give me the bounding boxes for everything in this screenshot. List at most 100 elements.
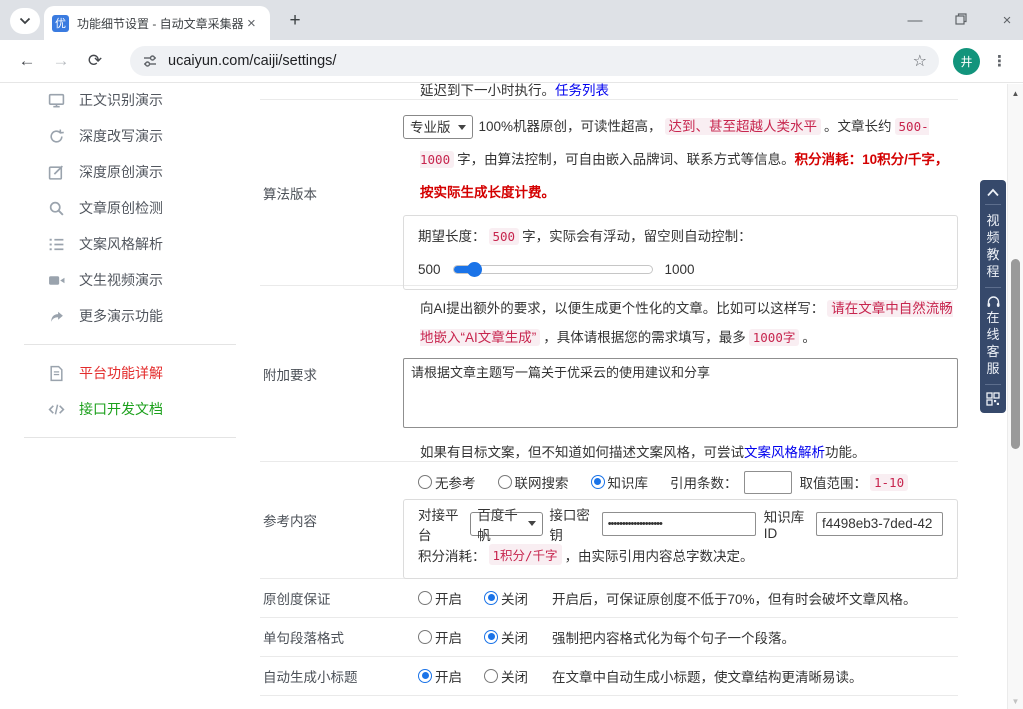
edit-icon	[48, 164, 65, 181]
length-slider[interactable]	[453, 265, 653, 274]
sidebar-item-deep-original[interactable]: 深度原创演示	[0, 154, 260, 190]
row-label: 原创度保证	[260, 579, 403, 617]
back-button[interactable]: ←	[14, 51, 40, 71]
style-analysis-link[interactable]: 文案风格解析	[744, 445, 825, 460]
row-label: 参考内容	[260, 462, 403, 578]
radio-label: 知识库	[608, 472, 649, 492]
back-to-top-icon[interactable]	[986, 188, 1000, 197]
page-content: 正文识别演示 深度改写演示 深度原创演示 文章原创检测 文案风格解析 文生视频演…	[0, 84, 1023, 709]
radio-paragraph-on[interactable]	[418, 630, 432, 644]
restore-button[interactable]	[953, 12, 969, 29]
sidebar-item-label: 平台功能详解	[79, 363, 163, 383]
slider-max-label: 1000	[665, 262, 695, 277]
row-reference-content: 参考内容 无参考 联网搜索 知识库 引用条数： 取值范围： 1-10 对接平台	[260, 461, 958, 578]
radio-subheadings-off[interactable]	[484, 669, 498, 683]
radio-label: 关闭	[501, 666, 528, 686]
url-bar[interactable]: ucaiyun.com/caiji/settings/ ☆	[130, 46, 939, 76]
style-hint: 如果有目标文案，但不知道如何描述文案风格，可尝试文案风格解析功能。	[403, 443, 958, 463]
radio-originality-off[interactable]	[484, 591, 498, 605]
radio-paragraph-off[interactable]	[484, 630, 498, 644]
algorithm-description: 专业版100%机器原创，可读性超高，达到、甚至超越人类水平。文章长约500-10…	[403, 110, 958, 209]
sidebar-item-label: 更多演示功能	[79, 306, 163, 326]
browser-tab[interactable]: 优 功能细节设置 - 自动文章采集器 ×	[44, 6, 270, 40]
platform-select[interactable]: 百度千帆	[470, 512, 543, 536]
minimize-button[interactable]: —	[907, 12, 923, 29]
site-settings-icon[interactable]	[142, 53, 158, 69]
task-list-link[interactable]: 任务列表	[555, 83, 609, 98]
ref-cost-desc: ，由实际引用内容总字数决定。	[565, 545, 754, 565]
radio-subheadings-on[interactable]	[418, 669, 432, 683]
monitor-icon	[48, 92, 65, 109]
radio-label: 开启	[435, 588, 462, 608]
radio-knowledge-base[interactable]	[591, 475, 605, 489]
new-tab-button[interactable]: +	[282, 8, 308, 34]
tab-close-icon[interactable]: ×	[247, 15, 256, 32]
floating-help-widget: 视频教程 在线客服	[980, 180, 1006, 413]
radio-label: 无参考	[435, 472, 476, 492]
window-controls: — ×	[907, 0, 1015, 40]
online-support-button[interactable]: 在线客服	[986, 309, 1000, 377]
row-label: 附加要求	[260, 286, 403, 461]
headset-icon	[986, 295, 1001, 309]
refresh-button[interactable]: ⟳	[82, 51, 108, 71]
sidebar-item-label: 深度原创演示	[79, 162, 163, 182]
radio-label: 联网搜索	[515, 472, 569, 492]
extra-requirements-textarea[interactable]: 请根据文章主题写一篇关于优采云的使用建议和分享	[403, 358, 958, 428]
document-icon	[48, 365, 65, 382]
kb-id-input[interactable]	[816, 512, 943, 536]
range-value: 1-10	[870, 474, 908, 491]
sidebar-item-label: 文生视频演示	[79, 270, 163, 290]
row-label: 自动生成小标题	[260, 657, 403, 695]
sidebar-item-platform-docs[interactable]: 平台功能详解	[0, 355, 260, 391]
radio-originality-on[interactable]	[418, 591, 432, 605]
row-auto-subheadings: 自动生成小标题 开启 关闭 在文章中自动生成小标题，使文章结构更清晰易读。	[260, 656, 958, 695]
page-scrollbar[interactable]: ▲ ▼	[1007, 84, 1023, 709]
algorithm-version-select[interactable]: 专业版	[403, 115, 473, 139]
tab-strip: 优 功能细节设置 - 自动文章采集器 × + — ×	[0, 0, 1023, 40]
api-key-input[interactable]	[602, 512, 756, 536]
tab-title: 功能细节设置 - 自动文章采集器	[77, 15, 245, 32]
sidebar-item-content-recognition[interactable]: 正文识别演示	[0, 82, 260, 118]
radio-no-reference[interactable]	[418, 475, 432, 489]
quote-count-label: 引用条数：	[670, 472, 738, 492]
scrollbar-thumb[interactable]	[1011, 259, 1020, 449]
restore-icon	[955, 13, 967, 25]
video-camera-icon	[48, 272, 65, 289]
sidebar-item-style-analysis[interactable]: 文案风格解析	[0, 226, 260, 262]
row-single-sentence-paragraph: 单句段落格式 开启 关闭 强制把内容格式化为每个句子一个段落。	[260, 617, 958, 656]
row-originality-guarantee: 原创度保证 开启 关闭 开启后，可保证原创度不低于70%，但有时会破坏文章风格。	[260, 578, 958, 617]
sidebar-item-label: 文章原创检测	[79, 198, 163, 218]
toggle-description: 开启后，可保证原创度不低于70%，但有时会破坏文章风格。	[552, 588, 917, 608]
scrollbar-up-arrow[interactable]: ▲	[1008, 89, 1023, 98]
forward-button[interactable]: →	[48, 51, 74, 71]
radio-label: 开启	[435, 627, 462, 647]
settings-form: 延迟到下一小时执行。任务列表 算法版本 专业版100%机器原创，可读性超高，达到…	[260, 84, 958, 696]
profile-avatar[interactable]: 井	[953, 48, 980, 75]
close-button[interactable]: ×	[999, 12, 1015, 29]
knowledge-base-box: 对接平台 百度千帆 接口密钥 知识库ID 积分消耗：1积分/千字，由实际引用内容…	[403, 499, 958, 579]
scrollbar-down-arrow[interactable]: ▼	[1008, 697, 1023, 706]
highlight-text: 达到、甚至超越人类水平	[665, 118, 822, 135]
quote-count-input[interactable]	[744, 471, 792, 494]
sidebar-item-more-demos[interactable]: 更多演示功能	[0, 298, 260, 334]
qr-code-icon[interactable]	[986, 392, 1000, 406]
slider-thumb[interactable]	[467, 262, 482, 277]
sidebar-item-api-docs[interactable]: 接口开发文档	[0, 391, 260, 427]
bookmark-star-icon[interactable]: ☆	[913, 51, 927, 71]
ref-cost-value: 1积分/千字	[489, 544, 562, 565]
tab-search-button[interactable]	[10, 8, 40, 34]
radio-web-search[interactable]	[498, 475, 512, 489]
code-icon	[48, 401, 65, 418]
sidebar-item-deep-rewrite[interactable]: 深度改写演示	[0, 118, 260, 154]
slider-min-label: 500	[418, 262, 441, 277]
browser-menu-icon[interactable]: ⋮	[992, 52, 1007, 70]
url-text[interactable]: ucaiyun.com/caiji/settings/	[168, 53, 913, 69]
browser-toolbar: ← → ⟳ ucaiyun.com/caiji/settings/ ☆ 井 ⋮	[0, 40, 1023, 83]
ordered-list-icon	[48, 236, 65, 253]
sidebar-item-text-to-video[interactable]: 文生视频演示	[0, 262, 260, 298]
video-tutorial-button[interactable]: 视频教程	[986, 212, 1000, 280]
row-label: 单句段落格式	[260, 618, 403, 656]
platform-label: 对接平台	[418, 504, 464, 544]
chevron-down-icon	[19, 17, 31, 25]
sidebar-item-originality-check[interactable]: 文章原创检测	[0, 190, 260, 226]
